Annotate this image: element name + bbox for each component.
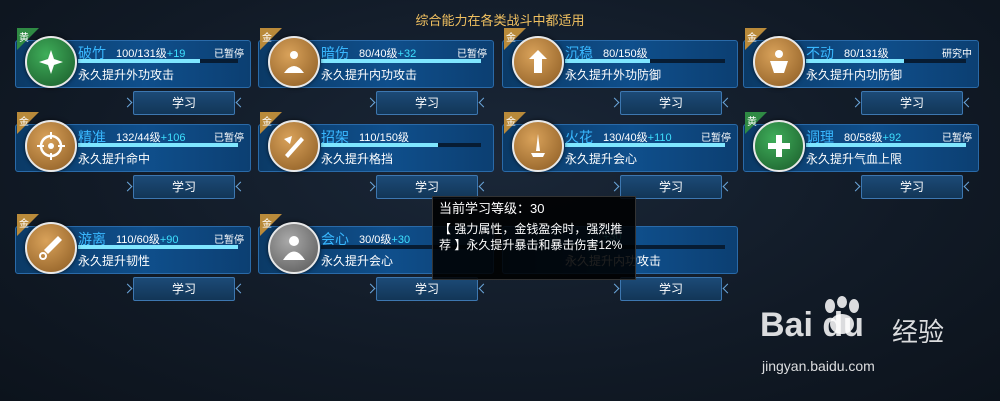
skill-card[interactable]: 调理 80/58级+92 已暂停 永久提升气血上限 黄 学习	[743, 112, 979, 206]
progress-bar	[321, 143, 481, 147]
progress-fill	[321, 59, 481, 63]
skill-icon-wrap[interactable]: 黄	[745, 112, 805, 172]
skill-card[interactable]: 火花 130/40级+110 已暂停 永久提升会心 金 学习	[502, 112, 738, 206]
skill-desc: 永久提升格挡	[321, 152, 394, 166]
baidu-watermark: Bai du 经验 jingyan.baidu.com	[760, 296, 990, 396]
skill-icon-wrap[interactable]: 金	[745, 28, 805, 88]
grade-label: 金	[262, 219, 272, 230]
skill-desc: 永久提升会心	[565, 152, 638, 166]
learn-button[interactable]: 学习	[133, 175, 235, 199]
learn-button[interactable]: 学习	[620, 277, 722, 301]
grade-label: 黄	[747, 117, 757, 128]
skill-card[interactable]: 精准 132/44级+106 已暂停 永久提升命中 金 学习	[15, 112, 251, 206]
progress-bar	[565, 59, 725, 63]
skill-desc: 永久提升外功攻击	[78, 68, 175, 82]
grade-label: 金	[262, 33, 272, 44]
skill-status: 研究中	[942, 49, 972, 60]
progress-fill	[78, 245, 238, 249]
learn-button[interactable]: 学习	[861, 91, 963, 115]
tooltip-title: 当前学习等级：30	[439, 201, 545, 216]
skill-desc: 永久提升内功防御	[806, 68, 903, 82]
progress-bar	[78, 245, 238, 249]
grade-label: 金	[19, 117, 29, 128]
grade-label: 金	[506, 117, 516, 128]
skill-status: 已暂停	[214, 49, 244, 60]
watermark-cn: 经验	[892, 317, 945, 347]
grade-label: 金	[19, 219, 29, 230]
progress-fill	[565, 59, 650, 63]
tooltip-body: 【 强力属性，金钱盈余时，强烈推荐 】永久提升暴击和暴击伤害12%	[439, 222, 623, 252]
skill-desc: 永久提升命中	[78, 152, 151, 166]
grade-label: 金	[747, 33, 757, 44]
skill-card[interactable]: 沉稳 80/150级 永久提升外功防御 金 学习	[502, 28, 738, 122]
skill-desc: 永久提升韧性	[78, 254, 151, 268]
page-header: 综合能力在各类战斗中都适用	[415, 13, 585, 28]
skill-desc: 永久提升内功攻击	[321, 68, 418, 82]
progress-bar	[321, 59, 481, 63]
watermark-url: jingyan.baidu.com	[762, 358, 875, 374]
skill-desc: 永久提升气血上限	[806, 152, 903, 166]
progress-bar	[806, 143, 966, 147]
progress-fill	[78, 59, 200, 63]
skill-icon-wrap[interactable]: 金	[504, 112, 564, 172]
skill-icon-wrap[interactable]: 金	[260, 112, 320, 172]
skill-desc: 永久提升会心	[321, 254, 394, 268]
watermark-logo: Bai du	[760, 306, 864, 344]
skill-card[interactable]: 暗伤 80/40级+32 已暂停 永久提升内功攻击 金 学习	[258, 28, 494, 122]
learn-button[interactable]: 学习	[620, 91, 722, 115]
skill-card[interactable]: 招架 110/150级 永久提升格挡 金 学习	[258, 112, 494, 206]
skill-desc: 永久提升外功防御	[565, 68, 662, 82]
progress-fill	[321, 143, 438, 147]
learn-button[interactable]: 学习	[376, 91, 478, 115]
skill-icon-wrap[interactable]: 金	[260, 214, 320, 274]
progress-bar	[78, 143, 238, 147]
skill-icon-wrap[interactable]: 黄	[17, 28, 77, 88]
progress-fill	[806, 59, 904, 63]
learn-button[interactable]: 学习	[861, 175, 963, 199]
skill-icon-wrap[interactable]: 金	[260, 28, 320, 88]
grade-label: 金	[506, 33, 516, 44]
progress-bar	[565, 143, 725, 147]
progress-fill	[78, 143, 238, 147]
skill-status: 已暂停	[942, 133, 972, 144]
skill-status: 已暂停	[214, 235, 244, 246]
progress-bar	[806, 59, 966, 63]
grade-label: 金	[262, 117, 272, 128]
learn-button[interactable]: 学习	[133, 91, 235, 115]
skill-status: 已暂停	[457, 49, 487, 60]
skill-status: 已暂停	[701, 133, 731, 144]
skill-card[interactable]: 游离 110/60级+90 已暂停 永久提升韧性 金 学习	[15, 214, 251, 308]
skill-icon-wrap[interactable]: 金	[17, 112, 77, 172]
skill-card[interactable]: 破竹 100/131级+19 已暂停 永久提升外功攻击 黄 学习	[15, 28, 251, 122]
skill-status: 已暂停	[214, 133, 244, 144]
skill-icon-wrap[interactable]: 金	[17, 214, 77, 274]
skill-card[interactable]: 不动 80/131级 研究中 永久提升内功防御 金 学习	[743, 28, 979, 122]
progress-fill	[806, 143, 966, 147]
learn-button[interactable]: 学习	[376, 277, 478, 301]
progress-bar	[78, 59, 238, 63]
skill-icon-wrap[interactable]: 金	[504, 28, 564, 88]
skill-tooltip: 当前学习等级：30 【 强力属性，金钱盈余时，强烈推荐 】永久提升暴击和暴击伤害…	[432, 196, 636, 280]
grade-label: 黄	[19, 33, 29, 44]
learn-button[interactable]: 学习	[133, 277, 235, 301]
progress-fill	[565, 143, 725, 147]
